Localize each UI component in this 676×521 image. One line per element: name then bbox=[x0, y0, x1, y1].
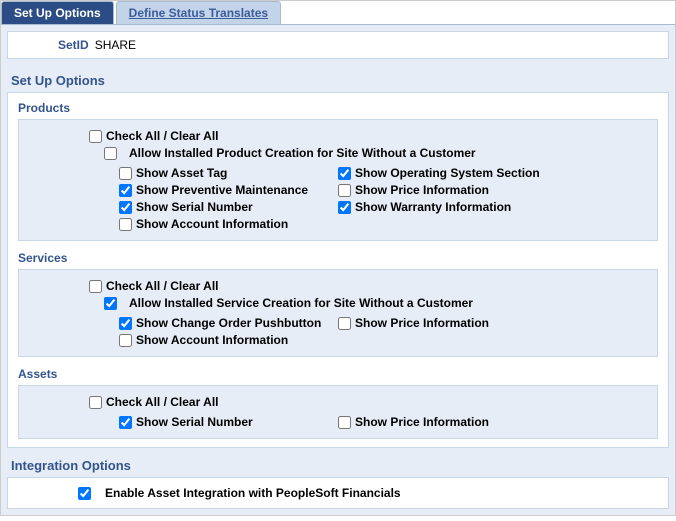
products-os-section-label: Show Operating System Section bbox=[355, 166, 540, 180]
content-area: SetID SHARE Set Up Options Products Chec… bbox=[1, 25, 675, 515]
products-allow-creation-label: Allow Installed Product Creation for Sit… bbox=[129, 146, 476, 160]
services-allow-creation-cb[interactable] bbox=[104, 297, 117, 310]
integration-enable-cb[interactable] bbox=[78, 487, 91, 500]
services-price-cb[interactable] bbox=[338, 317, 351, 330]
services-body: Check All / Clear All Allow Installed Se… bbox=[18, 269, 658, 357]
services-check-all-cb[interactable] bbox=[89, 280, 102, 293]
products-account-cb[interactable] bbox=[119, 218, 132, 231]
products-os-section-cb[interactable] bbox=[338, 167, 351, 180]
tab-bar: Set Up Options Define Status Translates bbox=[1, 1, 675, 25]
products-check-all-cb[interactable] bbox=[89, 130, 102, 143]
assets-body: Check All / Clear All Show Serial Number… bbox=[18, 385, 658, 439]
tab-define-status-translates[interactable]: Define Status Translates bbox=[116, 1, 281, 24]
products-serial-cb[interactable] bbox=[119, 201, 132, 214]
services-account-label: Show Account Information bbox=[136, 333, 288, 347]
products-prev-maint-label: Show Preventive Maintenance bbox=[136, 183, 308, 197]
services-title: Services bbox=[18, 251, 658, 265]
products-asset-tag-cb[interactable] bbox=[119, 167, 132, 180]
products-asset-tag-label: Show Asset Tag bbox=[136, 166, 227, 180]
setid-value: SHARE bbox=[95, 38, 136, 52]
section-box: Products Check All / Clear All Allow Ins… bbox=[7, 92, 669, 448]
assets-price-cb[interactable] bbox=[338, 416, 351, 429]
services-allow-creation-label: Allow Installed Service Creation for Sit… bbox=[129, 296, 473, 310]
assets-serial-cb[interactable] bbox=[119, 416, 132, 429]
products-price-label: Show Price Information bbox=[355, 183, 489, 197]
setid-box: SetID SHARE bbox=[7, 31, 669, 59]
services-change-order-label: Show Change Order Pushbutton bbox=[136, 316, 321, 330]
assets-check-all-cb[interactable] bbox=[89, 396, 102, 409]
products-serial-label: Show Serial Number bbox=[136, 200, 253, 214]
integration-enable-label: Enable Asset Integration with PeopleSoft… bbox=[105, 486, 401, 500]
assets-check-all-label: Check All / Clear All bbox=[106, 395, 218, 409]
assets-title: Assets bbox=[18, 367, 658, 381]
services-change-order-cb[interactable] bbox=[119, 317, 132, 330]
products-warranty-cb[interactable] bbox=[338, 201, 351, 214]
assets-serial-label: Show Serial Number bbox=[136, 415, 253, 429]
tab-set-up-options[interactable]: Set Up Options bbox=[1, 1, 114, 24]
products-allow-creation-cb[interactable] bbox=[104, 147, 117, 160]
services-price-label: Show Price Information bbox=[355, 316, 489, 330]
services-account-cb[interactable] bbox=[119, 334, 132, 347]
setid-label: SetID bbox=[58, 38, 89, 52]
integration-title: Integration Options bbox=[11, 458, 669, 473]
integration-box: Enable Asset Integration with PeopleSoft… bbox=[7, 477, 669, 509]
services-check-all-label: Check All / Clear All bbox=[106, 279, 218, 293]
products-warranty-label: Show Warranty Information bbox=[355, 200, 511, 214]
products-account-label: Show Account Information bbox=[136, 217, 288, 231]
products-price-cb[interactable] bbox=[338, 184, 351, 197]
products-body: Check All / Clear All Allow Installed Pr… bbox=[18, 119, 658, 241]
products-prev-maint-cb[interactable] bbox=[119, 184, 132, 197]
products-check-all-label: Check All / Clear All bbox=[106, 129, 218, 143]
section-title: Set Up Options bbox=[11, 73, 669, 88]
page-root: Set Up Options Define Status Translates … bbox=[0, 0, 676, 516]
products-title: Products bbox=[18, 101, 658, 115]
assets-price-label: Show Price Information bbox=[355, 415, 489, 429]
